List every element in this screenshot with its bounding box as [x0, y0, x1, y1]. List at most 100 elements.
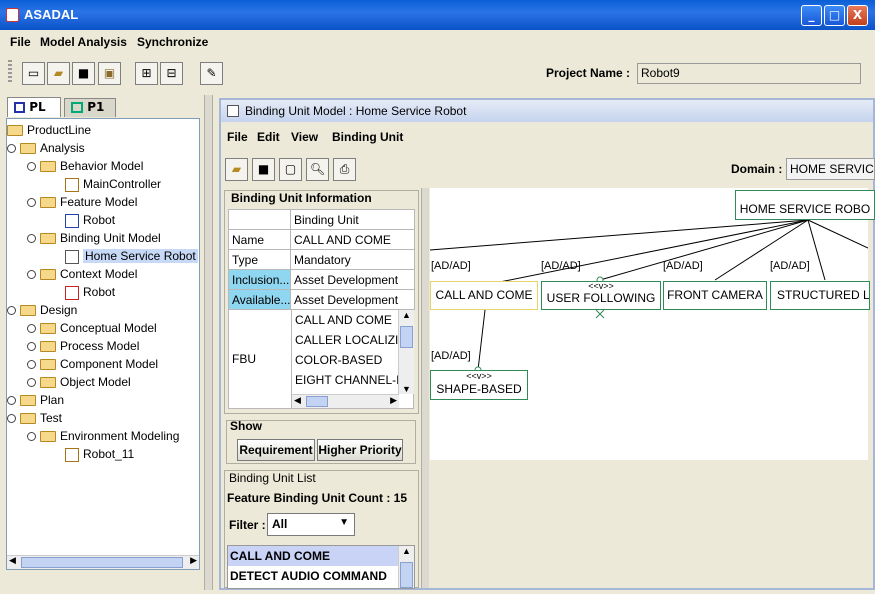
- minimize-button[interactable]: _: [801, 5, 822, 26]
- tree-item[interactable]: Robot_11: [65, 445, 134, 463]
- tree-item[interactable]: Binding Unit Model: [27, 229, 161, 247]
- scroll-thumb[interactable]: [306, 396, 328, 407]
- open-icon[interactable]: ▰: [225, 158, 248, 181]
- scroll-left-icon[interactable]: ◀: [294, 395, 301, 406]
- tree-item[interactable]: Test: [7, 409, 62, 427]
- inner-split-divider[interactable]: [421, 188, 429, 588]
- project-name-field[interactable]: Robot9: [637, 63, 861, 84]
- tree-horizontal-scrollbar[interactable]: ◀ ▶: [7, 555, 199, 569]
- fbu-item[interactable]: CALL AND COME: [292, 310, 414, 330]
- tree-item[interactable]: Context Model: [27, 265, 137, 283]
- expand-toggle-icon[interactable]: [27, 270, 36, 280]
- fbu-horizontal-scrollbar[interactable]: ◀ ▶: [292, 394, 399, 408]
- tab-p1[interactable]: P1: [64, 98, 116, 117]
- list-vertical-scrollbar[interactable]: ▲: [398, 546, 414, 588]
- scroll-thumb[interactable]: [21, 557, 183, 568]
- expand-toggle-icon[interactable]: [27, 378, 36, 388]
- save-icon[interactable]: ■: [252, 158, 275, 181]
- save-icon[interactable]: ■: [72, 62, 95, 85]
- expand-toggle-icon[interactable]: [27, 324, 36, 334]
- scroll-thumb[interactable]: [400, 326, 413, 348]
- scroll-left-icon[interactable]: ◀: [9, 556, 16, 566]
- menu-file[interactable]: File: [10, 35, 31, 49]
- node-structured[interactable]: STRUCTURED L: [770, 281, 870, 310]
- expand-toggle-icon[interactable]: [27, 342, 36, 352]
- inner-menu-view[interactable]: View: [291, 130, 318, 144]
- scroll-down-icon[interactable]: ▼: [402, 384, 411, 394]
- expand-toggle-icon[interactable]: [7, 144, 16, 154]
- settings-icon[interactable]: ✎: [200, 62, 223, 85]
- filter-select[interactable]: All ▼: [267, 513, 355, 536]
- close-button[interactable]: X: [847, 5, 868, 26]
- menu-model-analysis[interactable]: Model Analysis: [40, 35, 127, 49]
- tree-item[interactable]: Component Model: [27, 355, 158, 373]
- filter-value: All: [272, 517, 288, 531]
- save-all-icon[interactable]: ▣: [98, 62, 121, 85]
- info-value[interactable]: Mandatory: [290, 249, 415, 270]
- maximize-button[interactable]: □: [824, 5, 845, 26]
- scroll-up-icon[interactable]: ▲: [402, 546, 411, 556]
- list-item-selected[interactable]: CALL AND COME: [228, 546, 398, 566]
- node-call-and-come[interactable]: CALL AND COME: [430, 281, 538, 310]
- context-diagram-icon: [65, 285, 79, 300]
- expand-toggle-icon[interactable]: [27, 432, 36, 442]
- tree-item[interactable]: Robot: [65, 211, 115, 229]
- node-shape-based[interactable]: <<v>> SHAPE-BASED: [430, 370, 528, 400]
- fbu-list[interactable]: CALL AND COME CALLER LOCALIZI COLOR-BASE…: [291, 310, 414, 408]
- requirement-button[interactable]: Requirement: [237, 439, 315, 461]
- fbu-vertical-scrollbar[interactable]: ▲ ▼: [398, 310, 414, 394]
- print-icon[interactable]: ⎙: [333, 158, 356, 181]
- split-divider[interactable]: [204, 95, 213, 590]
- tree-item[interactable]: Object Model: [27, 373, 131, 391]
- info-value[interactable]: Asset Development: [290, 269, 415, 290]
- fbu-item[interactable]: COLOR-BASED: [292, 350, 414, 370]
- tree-item[interactable]: ProductLine: [7, 121, 91, 139]
- frame-view-icon[interactable]: ▢: [279, 158, 302, 181]
- expand-toggle-icon[interactable]: [27, 234, 36, 244]
- domain-field[interactable]: HOME SERVIC: [786, 158, 875, 180]
- fbu-item[interactable]: EIGHT CHANNEL-I: [292, 370, 414, 390]
- scroll-thumb[interactable]: [400, 562, 413, 588]
- new-icon[interactable]: ▭: [22, 62, 45, 85]
- tree-item[interactable]: Environment Modeling: [27, 427, 179, 445]
- expand-toggle-icon[interactable]: [7, 396, 16, 406]
- expand-toggle-icon[interactable]: [7, 306, 16, 316]
- tree-item[interactable]: Behavior Model: [27, 157, 143, 175]
- root-node[interactable]: HOME SERVICE ROBO: [735, 190, 875, 220]
- tree-item-selected[interactable]: Home Service Robot: [65, 247, 198, 265]
- expand-toggle-icon[interactable]: [27, 198, 36, 208]
- tree-item[interactable]: Analysis: [7, 139, 85, 157]
- tree-item[interactable]: Process Model: [27, 337, 139, 355]
- preview-icon[interactable]: 🔍︎: [306, 158, 329, 181]
- higher-priority-button[interactable]: Higher Priority: [317, 439, 403, 461]
- tree-item[interactable]: Feature Model: [27, 193, 137, 211]
- info-value[interactable]: CALL AND COME: [290, 229, 415, 250]
- diagram-canvas[interactable]: HOME SERVICE ROBO [AD/AD] [AD/AD] [AD/AD…: [430, 188, 875, 586]
- inner-menu-file[interactable]: File: [227, 130, 248, 144]
- tab-pl[interactable]: PL: [7, 97, 61, 117]
- fbu-item[interactable]: CALLER LOCALIZI: [292, 330, 414, 350]
- tree-item[interactable]: Robot: [65, 283, 115, 301]
- menu-synchronize[interactable]: Synchronize: [137, 35, 208, 49]
- scroll-right-icon[interactable]: ▶: [390, 395, 397, 406]
- binding-unit-list[interactable]: CALL AND COME DETECT AUDIO COMMAND ▲: [227, 545, 415, 589]
- inner-menu-binding-unit[interactable]: Binding Unit: [332, 130, 403, 144]
- scroll-right-icon[interactable]: ▶: [190, 556, 197, 566]
- expand-toggle-icon[interactable]: [27, 360, 36, 370]
- project-tree[interactable]: ProductLine Analysis Behavior Model Main…: [6, 118, 200, 570]
- add-row-icon[interactable]: ⊞: [135, 62, 158, 85]
- scroll-up-icon[interactable]: ▲: [402, 310, 411, 320]
- table-icon[interactable]: ⊟: [160, 62, 183, 85]
- inner-menu-edit[interactable]: Edit: [257, 130, 280, 144]
- node-front-camera[interactable]: FRONT CAMERA: [663, 281, 767, 310]
- tree-item[interactable]: Design: [7, 301, 77, 319]
- list-item[interactable]: DETECT AUDIO COMMAND: [228, 566, 398, 586]
- tree-item[interactable]: Conceptual Model: [27, 319, 157, 337]
- info-value[interactable]: Asset Development: [290, 289, 415, 310]
- expand-toggle-icon[interactable]: [7, 414, 16, 424]
- node-user-following[interactable]: <<v>> USER FOLLOWING: [541, 281, 661, 310]
- open-icon[interactable]: ▰: [47, 62, 70, 85]
- tree-item[interactable]: MainController: [65, 175, 161, 193]
- tree-item[interactable]: Plan: [7, 391, 64, 409]
- expand-toggle-icon[interactable]: [27, 162, 36, 172]
